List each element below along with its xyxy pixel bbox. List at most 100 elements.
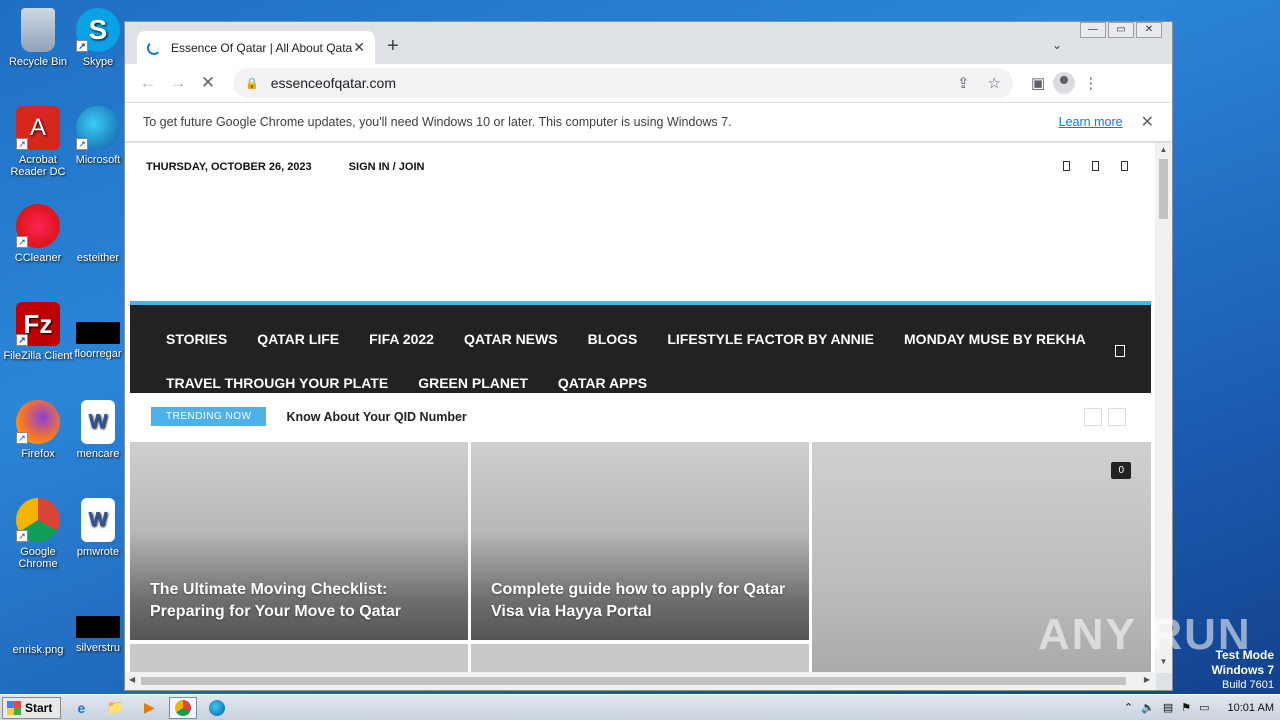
loading-spinner-icon xyxy=(147,40,161,55)
display-icon[interactable]: ▭ xyxy=(1199,701,1209,714)
ie-taskbar-icon[interactable]: e xyxy=(67,697,95,719)
black-file-icon xyxy=(76,616,120,638)
menu-kebab-icon[interactable]: ⋮ xyxy=(1083,74,1098,92)
featured-card-partial[interactable] xyxy=(471,644,809,673)
black-file-icon xyxy=(76,322,120,344)
desktop-icon-ccleaner[interactable]: ↗ CCleaner xyxy=(0,204,76,264)
file-icon xyxy=(76,204,120,248)
chrome-taskbar-icon[interactable] xyxy=(169,696,198,719)
close-window-button[interactable]: ✕ xyxy=(1136,22,1162,38)
learn-more-link[interactable]: Learn more xyxy=(1059,115,1123,129)
volume-icon[interactable]: 🔈 xyxy=(1141,701,1155,714)
desktop-icon-firefox[interactable]: ↗ Firefox xyxy=(0,400,76,460)
menu-item-monday-muse[interactable]: MONDAY MUSE BY REKHA xyxy=(904,331,1086,347)
featured-card[interactable]: Complete guide how to apply for Qatar Vi… xyxy=(471,442,809,640)
social-icon-facebook[interactable] xyxy=(1063,161,1070,171)
featured-card-partial[interactable] xyxy=(130,644,468,673)
menu-item-qatar-life[interactable]: QATAR LIFE xyxy=(257,331,339,347)
side-panel-icon[interactable]: ▣ xyxy=(1031,74,1045,92)
desktop-icon-label: floorregar xyxy=(74,348,122,360)
scroll-up-icon[interactable]: ▲ xyxy=(1155,145,1172,159)
menu-row: STORIES QATAR LIFE FIFA 2022 QATAR NEWS … xyxy=(166,317,1151,361)
skype-icon: S ↗ xyxy=(76,8,120,52)
test-mode-label: Test Mode Windows 7 Build 7601 xyxy=(1211,648,1274,692)
horizontal-scrollbar[interactable]: ◀ ▶ xyxy=(125,672,1156,690)
scroll-left-icon[interactable]: ◀ xyxy=(129,675,135,684)
social-icon-instagram[interactable] xyxy=(1092,161,1099,171)
desktop-icon-file[interactable]: silverstru xyxy=(72,596,124,654)
menu-item-travel-plate[interactable]: TRAVEL THROUGH YOUR PLATE xyxy=(166,375,388,391)
scrollbar-thumb[interactable] xyxy=(141,677,1126,685)
edge-taskbar-icon[interactable] xyxy=(203,697,231,719)
ccleaner-icon: ↗ xyxy=(16,204,60,248)
trending-headline[interactable]: Know About Your QID Number xyxy=(286,410,466,424)
maximize-button[interactable]: ▭ xyxy=(1108,22,1134,38)
desktop-icon-word-doc[interactable]: W mencare xyxy=(72,400,124,460)
trending-prev-icon[interactable] xyxy=(1084,408,1102,426)
desktop-icon-word-doc[interactable]: W pmwrote xyxy=(72,498,124,558)
filezilla-icon: Fz ↗ xyxy=(16,302,60,346)
action-center-flag-icon[interactable]: ⚑ xyxy=(1181,701,1191,714)
desktop-icon-filezilla[interactable]: Fz ↗ FileZilla Client xyxy=(0,302,76,362)
address-bar[interactable]: 🔒 essenceofqatar.com ⇪ ☆ xyxy=(233,68,1013,98)
desktop-icon-chrome[interactable]: ↗ Google Chrome xyxy=(0,498,76,570)
network-icon[interactable]: ▤ xyxy=(1163,701,1173,714)
forward-button[interactable]: → xyxy=(163,73,193,93)
start-button[interactable]: Start xyxy=(2,696,62,719)
update-infobar: To get future Google Chrome updates, you… xyxy=(125,102,1172,142)
edge-icon: ↗ xyxy=(76,106,120,150)
featured-card[interactable]: The Ultimate Moving Checklist: Preparing… xyxy=(130,442,468,640)
tab-search-dropdown-icon[interactable]: ⌄ xyxy=(1052,38,1062,52)
desktop-icon-label: Firefox xyxy=(21,448,55,460)
desktop-icon-label: pmwrote xyxy=(76,546,120,558)
comment-count-badge[interactable]: 0 xyxy=(1111,462,1131,479)
infobar-close-icon[interactable]: ✕ xyxy=(1141,112,1154,132)
stop-loading-button[interactable]: ✕ xyxy=(193,73,223,93)
desktop-icon-recycle-bin[interactable]: Recycle Bin xyxy=(0,8,76,68)
tab-active[interactable]: Essence Of Qatar | All About Qatar ✕ xyxy=(137,31,375,64)
desktop-icon-file[interactable]: esteither xyxy=(72,204,124,264)
new-tab-button[interactable]: + xyxy=(387,35,399,58)
top-bar: THURSDAY, OCTOBER 26, 2023 SIGN IN / JOI… xyxy=(146,161,424,173)
start-label: Start xyxy=(25,700,53,715)
vertical-scrollbar[interactable]: ▲ ▼ xyxy=(1155,143,1172,673)
menu-item-fifa-2022[interactable]: FIFA 2022 xyxy=(369,331,434,347)
menu-item-qatar-news[interactable]: QATAR NEWS xyxy=(464,331,558,347)
tab-close-icon[interactable]: ✕ xyxy=(353,39,365,56)
desktop-icon-skype[interactable]: S ↗ Skype xyxy=(72,8,124,68)
media-player-taskbar-icon[interactable]: ▶ xyxy=(135,697,163,719)
taskbar: Start e 📁 ▶ ⌃ 🔈 ▤ ⚑ ▭ 10:01 AM xyxy=(0,694,1280,720)
card-title[interactable]: The Ultimate Moving Checklist: Preparing… xyxy=(150,579,448,623)
desktop-icon-png[interactable]: enrisk.png xyxy=(0,596,76,656)
desktop-icon-label: FileZilla Client xyxy=(3,350,73,362)
share-icon[interactable]: ⇪ xyxy=(957,74,970,92)
address-url[interactable]: essenceofqatar.com xyxy=(271,75,939,91)
desktop-icon-microsoft-edge[interactable]: ↗ Microsoft xyxy=(72,106,124,166)
clock[interactable]: 10:01 AM xyxy=(1228,702,1274,714)
scroll-right-icon[interactable]: ▶ xyxy=(1144,675,1150,684)
menu-item-lifestyle-factor[interactable]: LIFESTYLE FACTOR BY ANNIE xyxy=(667,331,874,347)
lock-icon[interactable]: 🔒 xyxy=(245,77,259,90)
bookmark-star-icon[interactable]: ☆ xyxy=(988,74,1001,92)
menu-item-green-planet[interactable]: GREEN PLANET xyxy=(418,375,528,391)
desktop-icon-label: CCleaner xyxy=(14,252,62,264)
menu-item-qatar-apps[interactable]: QATAR APPS xyxy=(558,375,647,391)
minimize-button[interactable]: — xyxy=(1080,22,1106,38)
trending-next-icon[interactable] xyxy=(1108,408,1126,426)
signin-link[interactable]: SIGN IN / JOIN xyxy=(349,161,425,173)
search-icon[interactable] xyxy=(1115,345,1125,357)
scrollbar-thumb[interactable] xyxy=(1159,159,1168,219)
desktop-icon-acrobat[interactable]: A ↗ Acrobat Reader DC xyxy=(0,106,76,178)
tray-expand-icon[interactable]: ⌃ xyxy=(1124,701,1133,714)
social-icon-twitter[interactable] xyxy=(1121,161,1128,171)
trending-bar: TRENDING NOW Know About Your QID Number xyxy=(151,407,467,426)
back-button[interactable]: ← xyxy=(133,73,163,93)
infobar-message: To get future Google Chrome updates, you… xyxy=(143,115,732,129)
profile-avatar-icon[interactable] xyxy=(1053,72,1076,94)
explorer-taskbar-icon[interactable]: 📁 xyxy=(101,697,129,719)
desktop-icon-file[interactable]: floorregar xyxy=(72,302,124,360)
card-title[interactable]: Complete guide how to apply for Qatar Vi… xyxy=(491,579,789,623)
menu-item-blogs[interactable]: BLOGS xyxy=(588,331,638,347)
image-file-icon xyxy=(16,596,60,640)
menu-item-stories[interactable]: STORIES xyxy=(166,331,227,347)
